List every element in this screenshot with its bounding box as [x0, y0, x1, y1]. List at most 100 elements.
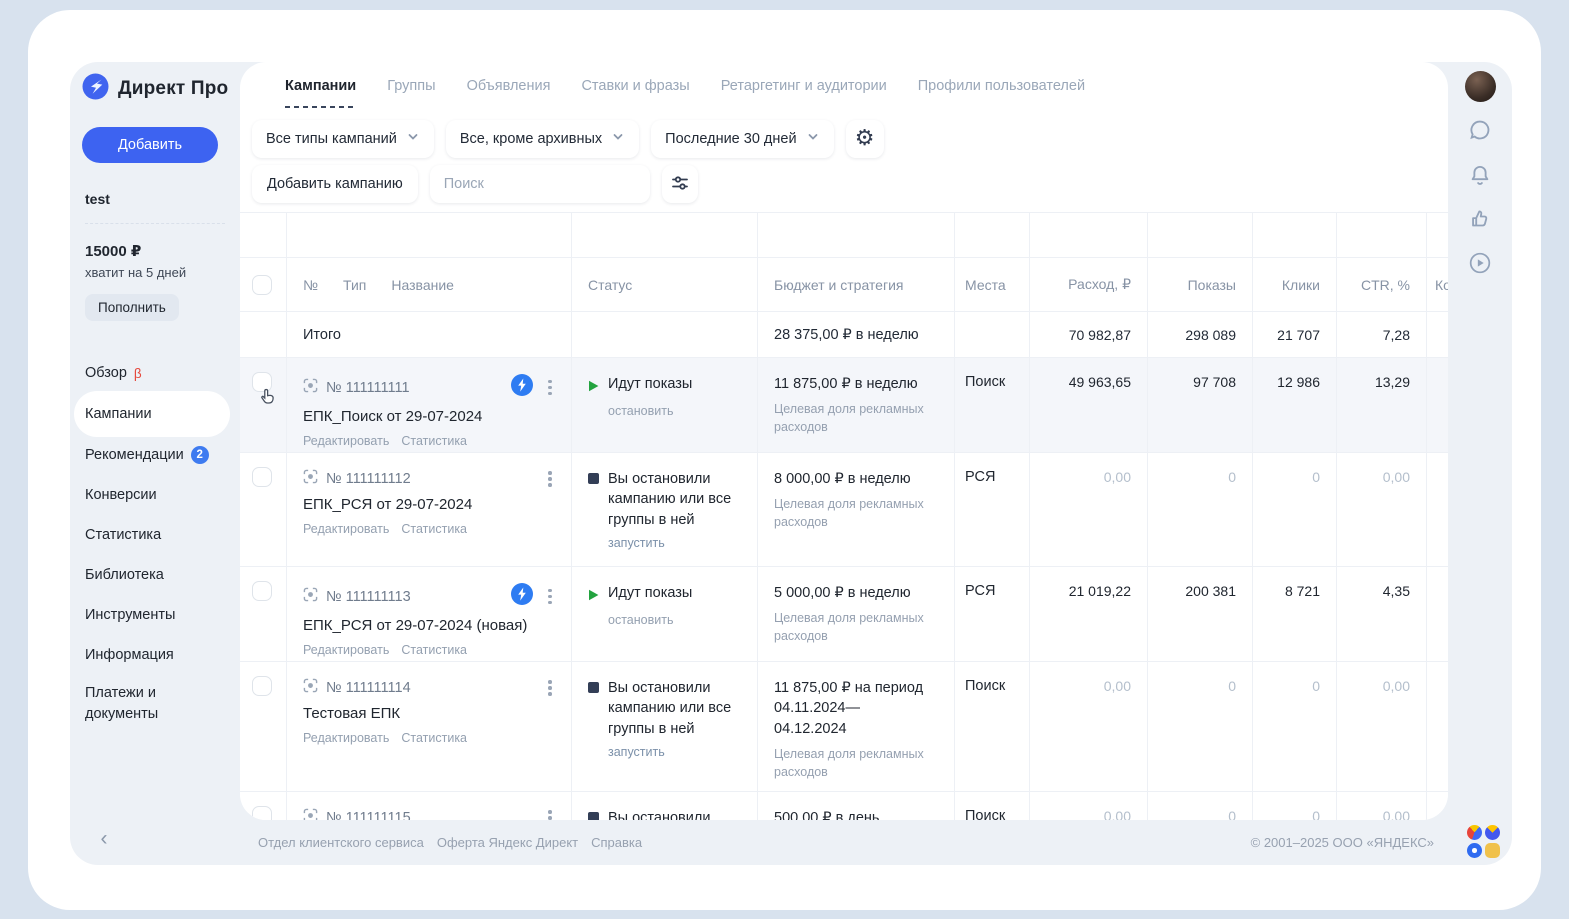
campaign-type-icon [303, 808, 318, 820]
chat-button[interactable] [1467, 117, 1493, 146]
totals-clicks: 21 707 [1253, 312, 1337, 357]
spend-value: 0,00 [1030, 453, 1148, 566]
row-checkbox[interactable] [252, 581, 272, 601]
row-menu-button[interactable] [541, 808, 559, 820]
avatar[interactable] [1465, 71, 1496, 102]
table-row[interactable]: № 111111112 ЕПК_РСЯ от 29-07-2024 Редакт… [240, 453, 1448, 567]
period-filter[interactable]: Последние 30 дней [651, 120, 833, 158]
like-button[interactable] [1467, 206, 1493, 235]
tab-user-profiles[interactable]: Профили пользователей [918, 62, 1085, 110]
stop-campaign-link[interactable]: остановить [588, 404, 743, 418]
col-type[interactable]: Тип [343, 277, 366, 293]
settings-button[interactable]: ⚙ [846, 120, 884, 158]
extension-icon[interactable] [1467, 843, 1482, 858]
clicks-value: 12 986 [1253, 358, 1337, 452]
sidebar-item-overview[interactable]: Обзор β [70, 353, 240, 393]
add-campaign-button[interactable]: Добавить кампанию [252, 165, 418, 203]
columns-filter-button[interactable] [662, 165, 698, 203]
col-places[interactable]: Места [955, 258, 1030, 311]
tab-campaigns[interactable]: Кампании [285, 62, 356, 110]
col-ctr[interactable]: CTR, % [1337, 258, 1427, 311]
archive-filter[interactable]: Все, кроме архивных [446, 120, 639, 158]
sidebar-item-tools[interactable]: Инструменты [70, 595, 240, 635]
search-input[interactable] [430, 165, 650, 203]
boost-lightning-icon[interactable] [511, 583, 533, 610]
campaign-name[interactable]: ЕПК_Поиск от 29-07-2024 [303, 407, 561, 427]
col-status[interactable]: Статус [572, 258, 758, 311]
sidebar-item-recommendations[interactable]: Рекомендации 2 [70, 435, 240, 475]
help-link[interactable]: Справка [591, 835, 642, 850]
toolbar-row: Добавить кампанию [240, 158, 1448, 203]
budget-strategy: Целевая доля рекламных расходов [774, 609, 936, 645]
notifications-button[interactable] [1467, 162, 1493, 191]
statistics-link[interactable]: Статистика [401, 522, 467, 536]
statistics-link[interactable]: Статистика [401, 643, 467, 657]
table-row[interactable]: № 111111111 ЕПК_Поиск от 29-07-2024 Реда… [240, 358, 1448, 453]
statistics-link[interactable]: Статистика [401, 731, 467, 745]
brand-logo: Директ Про [70, 62, 240, 105]
col-impressions[interactable]: Показы [1148, 258, 1253, 311]
col-budget[interactable]: Бюджет и стратегия [758, 258, 955, 311]
col-conversions-cut[interactable]: Ко [1427, 258, 1448, 311]
table-row[interactable]: № 111111113 ЕПК_РСЯ от 29-07-2024 (новая… [240, 567, 1448, 662]
row-menu-button[interactable] [541, 378, 559, 398]
start-campaign-link[interactable]: запустить [588, 536, 743, 550]
stop-campaign-link[interactable]: остановить [588, 613, 743, 627]
start-campaign-link[interactable]: запустить [588, 745, 743, 759]
table-row[interactable]: № 111111115 Вы остановили 500,00 ₽ в ден… [240, 792, 1448, 820]
boost-lightning-icon[interactable] [511, 374, 533, 401]
campaign-name[interactable]: ЕПК_РСЯ от 29-07-2024 [303, 495, 561, 515]
sidebar-item-statistics[interactable]: Статистика [70, 515, 240, 555]
col-spend[interactable]: Расход, ₽ [1030, 258, 1148, 311]
select-all-checkbox[interactable] [252, 275, 272, 295]
tab-ads[interactable]: Объявления [467, 62, 551, 110]
campaign-name[interactable]: ЕПК_РСЯ от 29-07-2024 (новая) [303, 616, 561, 636]
tab-retargeting[interactable]: Ретаргетинг и аудитории [721, 62, 887, 110]
row-checkbox[interactable] [252, 676, 272, 696]
campaign-number: № 111111112 [326, 471, 411, 487]
places-value: Поиск [955, 662, 1030, 791]
play-circle-icon [1467, 264, 1493, 279]
video-button[interactable] [1467, 250, 1493, 279]
edit-link[interactable]: Редактировать [303, 643, 389, 657]
col-clicks[interactable]: Клики [1253, 258, 1337, 311]
spend-value: 49 963,65 [1030, 358, 1148, 452]
row-checkbox[interactable] [252, 372, 272, 392]
extension-icon[interactable] [1467, 825, 1482, 840]
tab-groups[interactable]: Группы [387, 62, 435, 110]
sidebar-item-campaigns[interactable]: Кампании [74, 391, 230, 437]
edit-link[interactable]: Редактировать [303, 522, 389, 536]
row-menu-button[interactable] [541, 678, 559, 698]
campaign-type-filter[interactable]: Все типы кампаний [252, 120, 434, 158]
collapse-sidebar-button[interactable]: ‹ [90, 825, 118, 853]
sidebar-item-information[interactable]: Информация [70, 635, 240, 675]
thumb-up-icon [1467, 220, 1493, 235]
statistics-link[interactable]: Статистика [401, 434, 467, 448]
col-number[interactable]: № [303, 277, 318, 293]
edit-link[interactable]: Редактировать [303, 434, 389, 448]
topup-button[interactable]: Пополнить [85, 294, 179, 321]
extension-icon[interactable] [1485, 825, 1500, 840]
add-button[interactable]: Добавить [82, 127, 218, 163]
table-header-row: № Тип Название Статус Бюджет и стратегия… [240, 258, 1448, 312]
tab-bids-phrases[interactable]: Ставки и фразы [581, 62, 689, 110]
impressions-value: 200 381 [1148, 567, 1253, 661]
row-checkbox[interactable] [252, 467, 272, 487]
row-checkbox[interactable] [252, 806, 272, 820]
offer-link[interactable]: Оферта Яндекс Директ [437, 835, 578, 850]
client-service-link[interactable]: Отдел клиентского сервиса [258, 835, 424, 850]
sidebar-item-conversions[interactable]: Конверсии [70, 475, 240, 515]
campaign-name[interactable]: Тестовая ЕПК [303, 704, 561, 724]
row-menu-button[interactable] [541, 587, 559, 607]
sliders-icon [670, 173, 690, 196]
status-text: Идут показы [608, 583, 692, 607]
edit-link[interactable]: Редактировать [303, 731, 389, 745]
budget-value: 11 875,00 ₽ в неделю [774, 374, 936, 394]
sidebar-item-payments[interactable]: Платежи и документы [70, 675, 240, 731]
col-name[interactable]: Название [391, 277, 454, 293]
extension-icon[interactable] [1485, 843, 1500, 858]
table-row[interactable]: № 111111114 Тестовая ЕПК Редактировать С… [240, 662, 1448, 792]
sidebar-item-library[interactable]: Библиотека [70, 555, 240, 595]
row-menu-button[interactable] [541, 469, 559, 489]
status-text: Вы остановили кампанию или все группы в … [608, 678, 743, 739]
